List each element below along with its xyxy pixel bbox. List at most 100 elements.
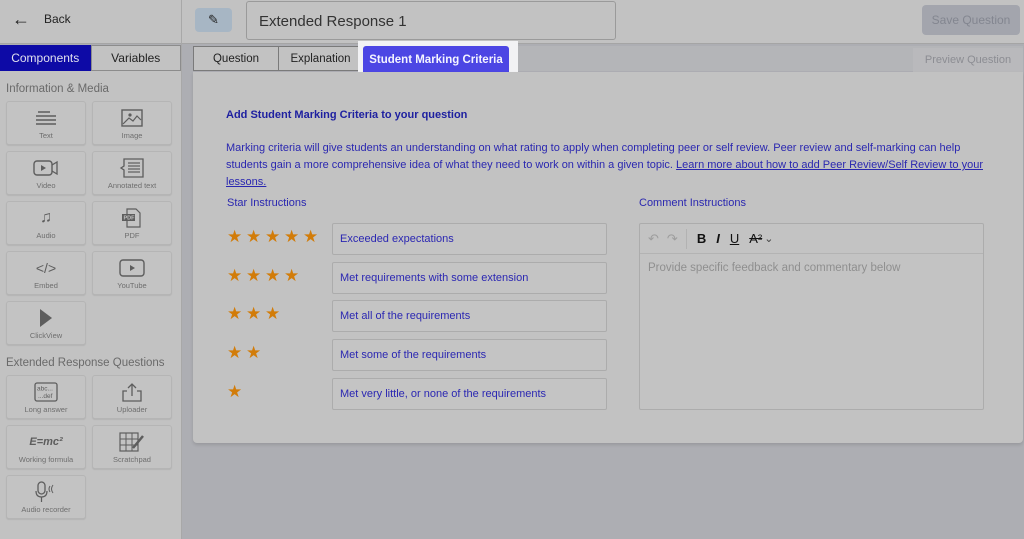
underline-icon[interactable]: U [730, 231, 739, 246]
editor-toolbar: ↶ ↷ B I U A² ⌄ [640, 224, 983, 254]
text-lines-icon [35, 107, 57, 129]
component-label: Text [39, 131, 53, 140]
criteria-text-input[interactable]: Met some of the requirements [332, 339, 607, 372]
long-answer-icon: abc... ...def [34, 381, 58, 403]
star-icon: ★ [284, 227, 300, 246]
sidebar-tabs: Components Variables [0, 45, 181, 71]
edit-title-button[interactable]: ✎ [195, 8, 232, 32]
star-icon: ★ [227, 265, 243, 285]
component-youtube[interactable]: YouTube [92, 251, 172, 295]
criteria-text-input[interactable]: Met very little, or none of the requirem… [332, 377, 607, 410]
star-rating: ★ ★ ★ ★ ★ [227, 227, 319, 246]
marking-criteria-panel: Add Student Marking Criteria to your que… [193, 72, 1023, 443]
component-embed[interactable]: </> Embed [6, 251, 86, 295]
formula-icon: E=mc² [29, 436, 63, 448]
component-label: Scratchpad [113, 455, 151, 464]
star-icon: ★ [227, 304, 243, 324]
top-bar: ← Back ✎ Extended Response 1 Save Questi… [0, 0, 1024, 44]
star-icon: ★ [303, 227, 319, 246]
tab-variables[interactable]: Variables [90, 45, 181, 71]
component-annotated-text[interactable]: Annotated text [92, 151, 172, 195]
star-rating: ★ ★ [227, 343, 262, 363]
comment-editor[interactable]: ↶ ↷ B I U A² ⌄ Provide specific feedback… [639, 223, 984, 410]
pdf-file-icon: PDF [121, 207, 143, 229]
svg-text:abc...: abc... [37, 386, 53, 393]
main-tab-bar: Question Explanation [193, 46, 1023, 71]
component-image[interactable]: Image [92, 101, 172, 145]
star-icon: ★ [246, 265, 262, 285]
star-icon: ★ [227, 381, 243, 401]
play-triangle-icon [39, 307, 53, 329]
sidebar-divider [181, 0, 182, 539]
star-icon: ★ [265, 304, 281, 324]
criteria-row: ★ ★ ★ ★ Met requirements with some extension [227, 261, 607, 294]
star-rating: ★ ★ ★ ★ [227, 265, 300, 285]
toolbar-separator [685, 228, 687, 249]
star-rating: ★ ★ ★ [227, 304, 281, 324]
chevron-down-icon[interactable]: ⌄ [764, 232, 773, 245]
code-brackets-icon: </> [35, 260, 57, 276]
comment-instructions-label: Comment Instructions [639, 197, 746, 209]
comment-editor-placeholder: Provide specific feedback and commentary… [648, 262, 901, 274]
star-icon: ★ [246, 304, 262, 324]
star-icon: ★ [265, 227, 281, 246]
star-icon: ★ [227, 343, 243, 363]
save-question-button[interactable]: Save Question [922, 5, 1020, 35]
component-label: Audio recorder [21, 505, 71, 514]
component-scratchpad[interactable]: Scratchpad [92, 425, 172, 469]
superscript-icon[interactable]: A² [749, 231, 762, 246]
music-note-icon: ♫ [40, 209, 52, 226]
criteria-row: ★ ★ Met some of the requirements [227, 339, 607, 372]
star-icon: ★ [246, 343, 262, 363]
bold-icon[interactable]: B [697, 231, 706, 246]
component-long-answer[interactable]: abc... ...def Long answer [6, 375, 86, 419]
star-icon: ★ [246, 227, 262, 246]
star-icon: ★ [227, 227, 243, 246]
sidebar: Components Variables Information & Media… [0, 45, 181, 539]
image-icon [121, 107, 143, 129]
italic-icon[interactable]: I [716, 231, 720, 246]
criteria-row: ★ Met very little, or none of the require… [227, 377, 607, 410]
component-label: Embed [34, 281, 58, 290]
question-title-input[interactable]: Extended Response 1 [246, 1, 616, 40]
component-label: YouTube [117, 281, 147, 290]
section-title-information-media: Information & Media [6, 83, 109, 95]
pencil-icon: ✎ [208, 12, 219, 27]
preview-question-button[interactable]: Preview Question [913, 48, 1023, 72]
tab-components[interactable]: Components [0, 45, 91, 71]
component-label: PDF [124, 231, 140, 240]
information-media-grid: Text Image Video Annotated text ♫ Audio … [0, 101, 181, 345]
criteria-text-input[interactable]: Exceeded expectations [332, 223, 607, 255]
component-label: Image [121, 131, 143, 140]
tab-student-marking-criteria[interactable]: Student Marking Criteria [363, 46, 509, 73]
back-button[interactable]: ← Back [12, 10, 71, 28]
criteria-row: ★ ★ ★ ★ ★ Exceeded expectations [227, 223, 607, 255]
redo-icon[interactable]: ↷ [667, 231, 678, 247]
tab-question[interactable]: Question [193, 46, 279, 71]
panel-description: Marking criteria will give students an u… [226, 140, 996, 191]
section-title-extended-response: Extended Response Questions [6, 357, 165, 369]
youtube-play-icon [119, 257, 145, 279]
component-uploader[interactable]: Uploader [92, 375, 172, 419]
component-video[interactable]: Video [6, 151, 86, 195]
component-clickview[interactable]: ClickView [6, 301, 86, 345]
arrow-left-icon: ← [12, 9, 30, 29]
tab-explanation[interactable]: Explanation [279, 46, 363, 71]
component-label: Uploader [116, 405, 148, 414]
component-working-formula[interactable]: E=mc² Working formula [6, 425, 86, 469]
panel-title: Add Student Marking Criteria to your que… [226, 109, 468, 121]
component-text[interactable]: Text [6, 101, 86, 145]
annotated-text-icon [119, 157, 145, 179]
component-audio-recorder[interactable]: Audio recorder [6, 475, 86, 519]
undo-icon[interactable]: ↶ [648, 231, 659, 247]
criteria-text-input[interactable]: Met all of the requirements [332, 300, 607, 333]
upload-icon [121, 381, 143, 403]
component-label: Long answer [24, 405, 68, 414]
criteria-text-input[interactable]: Met requirements with some extension [332, 261, 607, 294]
extended-response-grid: abc... ...def Long answer Uploader E=mc² … [0, 375, 181, 519]
star-icon: ★ [284, 265, 300, 285]
component-label: Working formula [18, 455, 74, 464]
component-pdf[interactable]: PDF PDF [92, 201, 172, 245]
video-camera-icon [33, 157, 59, 179]
component-audio[interactable]: ♫ Audio [6, 201, 86, 245]
